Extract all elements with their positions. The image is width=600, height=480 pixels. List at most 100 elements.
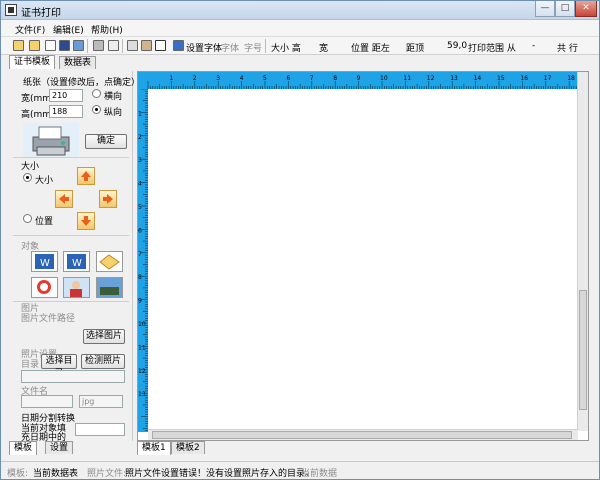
- h-ruler-label: 9: [357, 75, 361, 82]
- vertical-scroll-thumb[interactable]: [579, 290, 587, 410]
- insert-stamp-object-button[interactable]: [31, 277, 58, 298]
- menu-file[interactable]: 文件(F): [15, 23, 45, 36]
- save-icon[interactable]: [59, 40, 70, 51]
- insert-field-object-button[interactable]: W: [63, 251, 90, 272]
- h-ruler-label: 7: [310, 75, 314, 82]
- vertical-ruler: 1 2 3 4 5 6 7 8 9 10 11 12 13: [138, 89, 148, 432]
- select-directory-button[interactable]: 选择目录: [41, 354, 77, 379]
- h-ruler-label: 3: [216, 75, 220, 82]
- v-ruler-label: 13: [138, 391, 146, 398]
- open-file-icon[interactable]: [29, 40, 40, 51]
- tab-template[interactable]: 模板: [9, 441, 38, 455]
- left-panel: 纸张（设置修改后，点确定） 宽(mm) 210 高(mm) 188 横向 纵向 …: [9, 71, 140, 443]
- app-window: 证书打印 — □ ✕ 文件(F) 编辑(E) 帮助(H) 设置字体 字体 字号 …: [0, 0, 600, 480]
- v-ruler-label: 7: [138, 251, 142, 258]
- filename-select[interactable]: [21, 395, 73, 408]
- size-radio[interactable]: [23, 173, 32, 182]
- width-input[interactable]: 210: [49, 89, 83, 102]
- template-canvas[interactable]: 1 2 3 4 5 6 7 8 9 10 11 12 13 14 15 16 17 18 1 2 3 4 5 6 7 8 9 10 1…: [137, 71, 589, 441]
- v-ruler-label: 10: [138, 321, 146, 328]
- v-ruler-label: 2: [138, 134, 142, 141]
- portrait-label: 纵向: [104, 108, 123, 118]
- tab-settings[interactable]: 设置: [45, 441, 74, 454]
- select-image-button[interactable]: 选择图片: [83, 329, 125, 344]
- extension-select[interactable]: jpg: [79, 395, 123, 408]
- vertical-ruler-ticks: 12345678910111213: [138, 89, 148, 431]
- window-title: 证书打印: [21, 8, 61, 19]
- word-field-icon: W: [67, 254, 86, 269]
- print-preview-icon[interactable]: [108, 40, 119, 51]
- vertical-scrollbar[interactable]: [577, 72, 588, 431]
- canvas-bottom-tabs: 模板1 模板2: [137, 441, 357, 455]
- h-ruler-label: 12: [427, 75, 435, 82]
- horizontal-ruler-ticks: 1 2 3 4 5 6 7 8 9 10 11 12 13 14 15 16 17 18: [147, 75, 577, 89]
- status-photo-label: 照片文件:: [87, 469, 127, 479]
- left-bottom-tabs: 模板 设置: [9, 441, 133, 455]
- print-icon[interactable]: [93, 40, 104, 51]
- v-ruler-label: 4: [138, 181, 142, 188]
- v-ruler-label: 9: [138, 298, 142, 305]
- insert-picture-object-button[interactable]: [96, 277, 123, 298]
- print-range-label: 打印范围 从: [468, 44, 516, 54]
- move-right-button[interactable]: [99, 190, 117, 208]
- size-section-label: 大小: [21, 162, 40, 172]
- detect-photo-button[interactable]: 检测照片: [81, 354, 125, 369]
- new-file-icon[interactable]: [45, 40, 56, 51]
- paste-icon[interactable]: [141, 40, 152, 51]
- font-settings-icon[interactable]: [173, 40, 184, 51]
- horizontal-scroll-thumb[interactable]: [152, 431, 572, 439]
- v-ruler-label: 11: [138, 344, 146, 351]
- open-folder-icon[interactable]: [13, 40, 24, 51]
- position-radio[interactable]: [23, 214, 32, 223]
- insert-text-object-button[interactable]: W: [31, 251, 58, 272]
- v-ruler-label: 6: [138, 227, 142, 234]
- envelope-icon: [99, 254, 120, 270]
- horizontal-scrollbar[interactable]: [148, 429, 578, 440]
- cut-icon[interactable]: [155, 40, 166, 51]
- save-as-icon[interactable]: [73, 40, 84, 51]
- close-button[interactable]: ✕: [575, 1, 597, 17]
- confirm-button[interactable]: 确定: [85, 134, 127, 149]
- menu-edit[interactable]: 编辑(E): [53, 23, 84, 36]
- maximize-button[interactable]: □: [555, 1, 575, 17]
- h-ruler-label: 17: [544, 75, 552, 82]
- horizontal-ruler: 1 2 3 4 5 6 7 8 9 10 11 12 13 14 15 16 17 18: [138, 72, 578, 89]
- position-value: 59,0: [447, 41, 468, 51]
- directory-input[interactable]: [21, 370, 125, 383]
- date-select[interactable]: [75, 423, 125, 436]
- h-ruler-label: 18: [567, 75, 575, 82]
- menu-help[interactable]: 帮助(H): [91, 23, 123, 36]
- h-ruler-label: 13: [450, 75, 458, 82]
- word-icon: W: [35, 254, 54, 269]
- printer-image: [23, 123, 79, 157]
- arrow-left-icon: [59, 194, 69, 204]
- font-settings-button[interactable]: 设置字体: [186, 41, 222, 54]
- portrait-radio[interactable]: [92, 105, 101, 114]
- tab-template-1[interactable]: 模板1: [137, 441, 171, 455]
- height-input[interactable]: 188: [49, 105, 83, 118]
- status-photo-message: 照片文件设置错误！没有设置照片存入的目录。: [125, 469, 315, 479]
- top-distance-label: 距顶: [406, 44, 425, 54]
- size-label: 字号: [244, 44, 263, 54]
- move-up-button[interactable]: [77, 167, 95, 185]
- v-ruler-label: 1: [138, 110, 142, 117]
- menu-bar: 文件(F) 编辑(E) 帮助(H): [1, 20, 599, 37]
- landscape-radio[interactable]: [92, 89, 101, 98]
- status-template-label: 模板:: [7, 469, 29, 479]
- insert-photo-object-button[interactable]: [63, 277, 90, 298]
- image-path-label: 图片文件路径: [21, 314, 76, 324]
- move-left-button[interactable]: [55, 190, 73, 208]
- copy-icon[interactable]: [127, 40, 138, 51]
- minimize-button[interactable]: —: [535, 1, 555, 17]
- insert-image-object-button[interactable]: [96, 251, 123, 272]
- tab-data-table[interactable]: 数据表: [59, 56, 97, 69]
- position-left-label: 位置 距左: [351, 44, 390, 54]
- arrow-up-icon: [81, 171, 91, 181]
- tab-template-2[interactable]: 模板2: [171, 441, 205, 454]
- v-ruler-label: 5: [138, 204, 142, 211]
- range-dash: -: [532, 41, 536, 51]
- move-down-button[interactable]: [77, 212, 95, 230]
- tab-certificate-template[interactable]: 证书模板: [9, 55, 56, 69]
- v-ruler-label: 8: [138, 274, 142, 281]
- font-label: 字体: [221, 44, 240, 54]
